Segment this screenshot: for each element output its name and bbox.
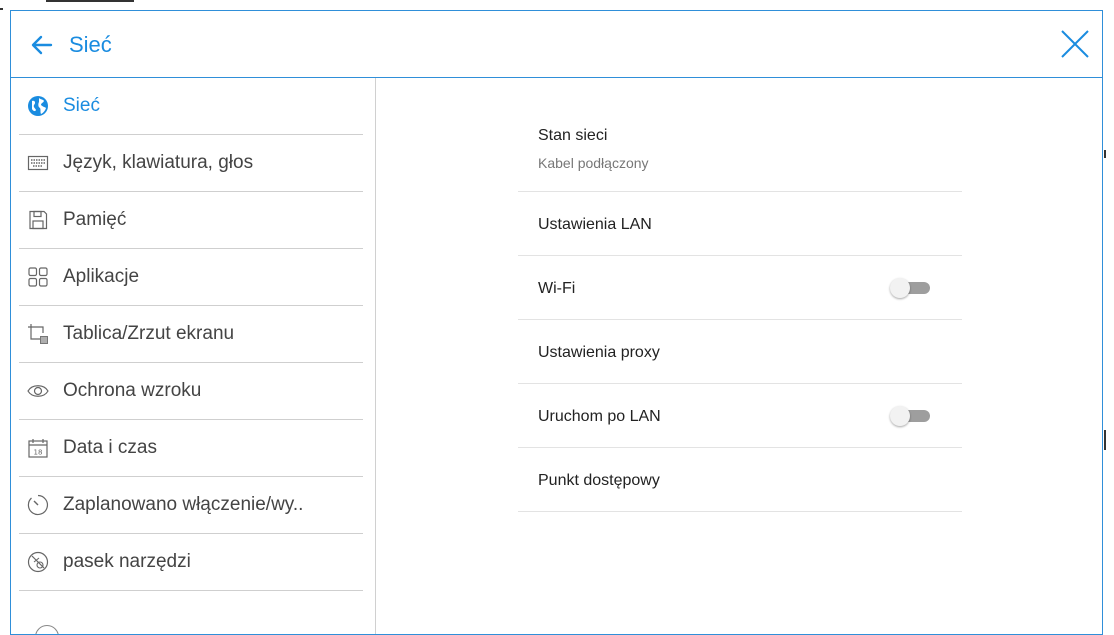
calendar-icon: 18 bbox=[27, 437, 49, 459]
screen-edge-marker bbox=[1104, 150, 1106, 158]
row-title: Ustawienia LAN bbox=[538, 216, 652, 233]
sidebar-item-label: Tablica/Zrzut ekranu bbox=[63, 323, 235, 344]
sidebar: Sieć Język, klawiatura, głos Pamięć Apli… bbox=[11, 78, 376, 634]
wifi-toggle[interactable] bbox=[890, 277, 932, 299]
wifi-row[interactable]: Wi-Fi bbox=[518, 256, 962, 320]
network-status-row[interactable]: Stan sieci Kabel podłączony bbox=[518, 78, 962, 192]
sidebar-item-network[interactable]: Sieć bbox=[19, 78, 363, 135]
arrow-left-icon bbox=[31, 35, 53, 55]
globe-icon bbox=[27, 95, 49, 117]
row-title: Uruchom po LAN bbox=[538, 408, 661, 425]
row-title: Wi-Fi bbox=[538, 280, 576, 297]
sidebar-item-schedule[interactable]: Zaplanowano włączenie/wy.. bbox=[19, 477, 363, 534]
sidebar-item-label: Język, klawiatura, głos bbox=[63, 152, 254, 173]
crop-board-icon bbox=[27, 323, 49, 345]
sidebar-item-label: Aplikacje bbox=[63, 266, 140, 287]
sidebar-item-label: Data i czas bbox=[63, 437, 157, 458]
close-icon bbox=[1061, 30, 1089, 58]
sidebar-partial-icon bbox=[35, 625, 59, 634]
apps-grid-icon bbox=[27, 266, 49, 288]
row-title: Punkt dostępowy bbox=[538, 472, 660, 489]
row-title: Stan sieci bbox=[538, 127, 608, 144]
timer-icon bbox=[27, 494, 49, 516]
lan-settings-row[interactable]: Ustawienia LAN bbox=[518, 192, 962, 256]
wake-on-lan-row[interactable]: Uruchom po LAN bbox=[518, 384, 962, 448]
sidebar-item-whiteboard[interactable]: Tablica/Zrzut ekranu bbox=[19, 306, 363, 363]
toggle-knob bbox=[890, 406, 910, 426]
row-subtitle: Kabel podłączony bbox=[538, 155, 649, 171]
sidebar-item-label: pasek narzędzi bbox=[63, 551, 191, 572]
sidebar-item-eye-care[interactable]: Ochrona wzroku bbox=[19, 363, 363, 420]
network-settings-panel: Stan sieci Kabel podłączony Ustawienia L… bbox=[376, 78, 1102, 634]
sidebar-item-apps[interactable]: Aplikacje bbox=[19, 249, 363, 306]
hotspot-row[interactable]: Punkt dostępowy bbox=[518, 448, 962, 512]
wake-on-lan-toggle[interactable] bbox=[890, 405, 932, 427]
close-button[interactable] bbox=[1060, 29, 1090, 59]
sidebar-item-toolbar[interactable]: pasek narzędzi bbox=[19, 534, 363, 591]
row-title: Ustawienia proxy bbox=[538, 344, 660, 361]
keyboard-icon bbox=[27, 152, 49, 174]
sidebar-item-language[interactable]: Język, klawiatura, głos bbox=[19, 135, 363, 192]
sidebar-item-storage[interactable]: Pamięć bbox=[19, 192, 363, 249]
sidebar-item-label: Zaplanowano włączenie/wy.. bbox=[63, 494, 304, 515]
screen-edge-marker bbox=[46, 0, 134, 2]
screen-edge-marker bbox=[0, 8, 3, 10]
eye-icon bbox=[27, 380, 49, 402]
sidebar-item-date-time[interactable]: 18 Data i czas bbox=[19, 420, 363, 477]
back-button[interactable] bbox=[29, 32, 55, 58]
svg-text:18: 18 bbox=[34, 449, 43, 457]
sidebar-item-label: Sieć bbox=[63, 95, 100, 116]
toggle-knob bbox=[890, 278, 910, 298]
toolbar-hidden-icon bbox=[27, 551, 49, 573]
save-disk-icon bbox=[27, 209, 49, 231]
proxy-settings-row[interactable]: Ustawienia proxy bbox=[518, 320, 962, 384]
sidebar-item-label: Ochrona wzroku bbox=[63, 380, 202, 401]
sidebar-item-label: Pamięć bbox=[63, 209, 127, 230]
page-title: Sieć bbox=[69, 32, 112, 57]
header-bar: Sieć bbox=[11, 11, 1102, 78]
settings-window: Sieć Sieć Język, klawiatura, głos Pamięć… bbox=[10, 10, 1103, 635]
screen-edge-marker bbox=[1104, 430, 1106, 450]
